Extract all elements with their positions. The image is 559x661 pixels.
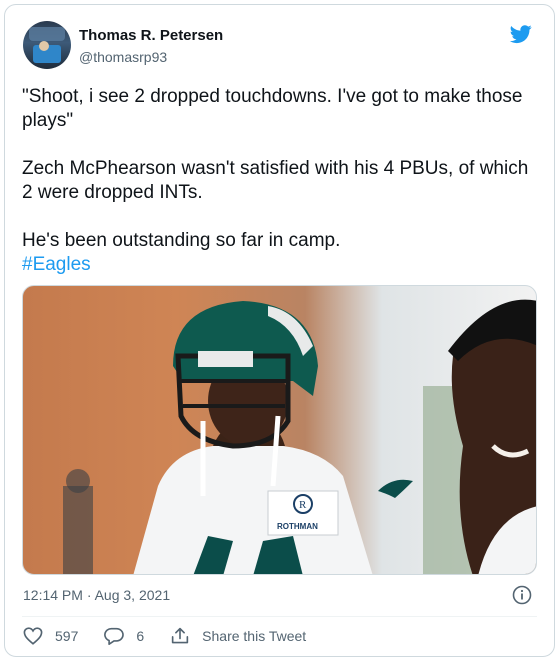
tweet-photo[interactable]: R ROTHMAN [22,285,537,575]
jersey-logo-letter: R [299,499,307,511]
twitter-bird-icon[interactable] [508,23,534,45]
tweet-paragraph-1: "Shoot, i see 2 dropped touchdowns. I've… [22,86,523,131]
jersey-logo-text: ROTHMAN [277,522,318,531]
avatar[interactable] [23,21,71,69]
tweet-paragraph-2: Zech McPhearson wasn't satisfied with hi… [22,158,529,203]
heart-icon [23,627,43,645]
tweet-text: "Shoot, i see 2 dropped touchdowns. I've… [22,85,532,277]
share-icon [171,627,189,644]
info-icon[interactable] [512,585,532,605]
tweet-actions: 597 6 Share this Tweet [23,625,332,647]
share-label: Share this Tweet [202,628,307,644]
tweet-timestamp[interactable]: 12:14 PM · Aug 3, 2021 [23,587,170,603]
author-handle[interactable]: @thomasrp93 [79,49,167,65]
like-count: 597 [55,628,79,644]
reply-count: 6 [136,628,145,644]
hashtag-link[interactable]: #Eagles [22,253,532,277]
share-button[interactable]: Share this Tweet [170,627,306,645]
author-name[interactable]: Thomas R. Petersen [79,27,223,44]
reply-button[interactable]: 6 [104,627,144,645]
like-button[interactable]: 597 [23,627,78,645]
reply-bubble-icon [104,627,125,645]
tweet-paragraph-3: He's been outstanding so far in camp. [22,230,341,251]
divider [22,616,537,617]
tweet-card: Thomas R. Petersen @thomasrp93 "Shoot, i… [4,4,555,657]
